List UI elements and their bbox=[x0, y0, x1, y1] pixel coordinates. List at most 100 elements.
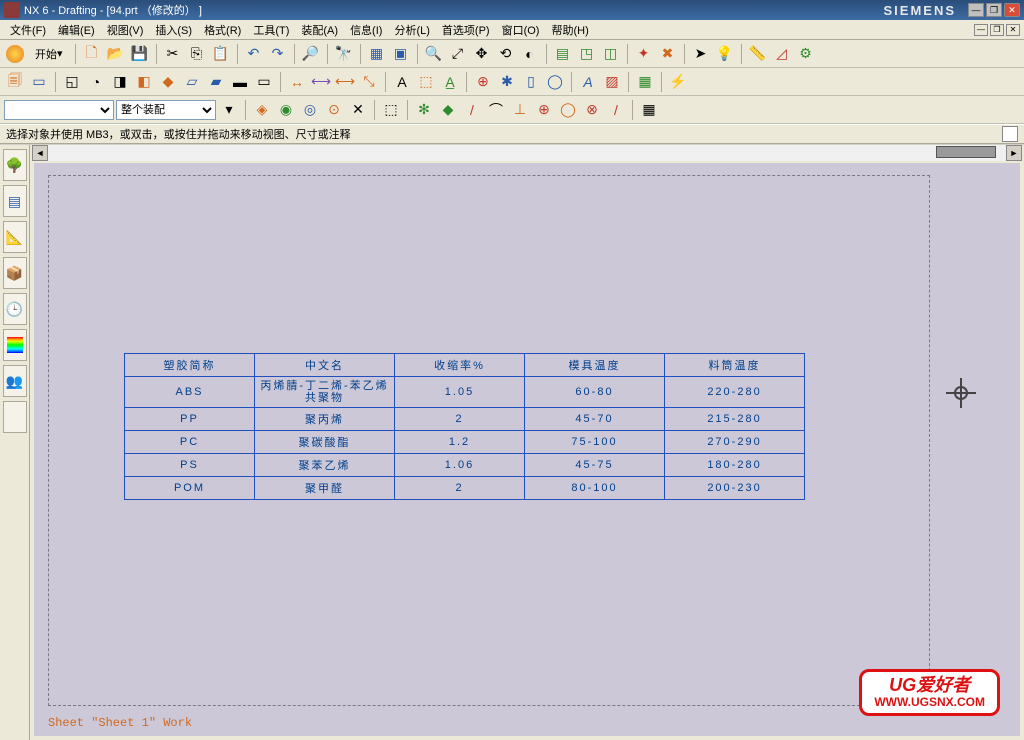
view-alignment-icon[interactable]: ▭ bbox=[253, 71, 275, 93]
move-icon[interactable]: ✦ bbox=[633, 43, 655, 65]
history-icon[interactable]: 🕒 bbox=[3, 293, 27, 325]
snap-mid-icon[interactable]: ◎ bbox=[299, 99, 321, 121]
fit-icon[interactable]: ▣ bbox=[390, 43, 412, 65]
symbol-icon[interactable]: ▯ bbox=[520, 71, 542, 93]
scroll-track[interactable] bbox=[48, 145, 1006, 161]
delete-icon[interactable]: ✖ bbox=[657, 43, 679, 65]
render-style-icon[interactable]: ◐ bbox=[519, 43, 541, 65]
undo-icon[interactable]: ↶ bbox=[243, 43, 265, 65]
menu-window[interactable]: 窗口(O) bbox=[496, 20, 546, 40]
quadrant-icon[interactable]: ◆ bbox=[437, 99, 459, 121]
nx-logo-icon[interactable] bbox=[4, 43, 26, 65]
snap-end-icon[interactable]: ◉ bbox=[275, 99, 297, 121]
part-navigator-icon[interactable]: 🌳 bbox=[3, 149, 27, 181]
menu-analysis[interactable]: 分析(L) bbox=[388, 20, 435, 40]
crosshatch-icon[interactable]: ▨ bbox=[601, 71, 623, 93]
mdi-restore-button[interactable]: ❐ bbox=[990, 24, 1004, 36]
copy-icon[interactable]: ⎘ bbox=[186, 43, 208, 65]
roles-icon[interactable]: 👥 bbox=[3, 365, 27, 397]
break-out-icon[interactable]: ▰ bbox=[205, 71, 227, 93]
view-break-icon[interactable]: ▬ bbox=[229, 71, 251, 93]
feature-control-icon[interactable]: ⬚ bbox=[415, 71, 437, 93]
menu-format[interactable]: 格式(R) bbox=[198, 20, 247, 40]
update-icon[interactable]: ⚡ bbox=[667, 71, 689, 93]
snap-point-icon[interactable]: ◈ bbox=[251, 99, 273, 121]
datum-icon[interactable]: A̲ bbox=[439, 71, 461, 93]
snap-center-icon[interactable]: ⊙ bbox=[323, 99, 345, 121]
note-icon[interactable]: A bbox=[391, 71, 413, 93]
menu-assembly[interactable]: 装配(A) bbox=[295, 20, 344, 40]
projected-view-icon[interactable]: ◱ bbox=[61, 71, 83, 93]
paste-icon[interactable]: 📋 bbox=[210, 43, 232, 65]
pole-icon[interactable]: ◯ bbox=[557, 99, 579, 121]
parallel-dim-icon[interactable]: ⤡ bbox=[358, 71, 380, 93]
scroll-thumb[interactable] bbox=[936, 146, 996, 158]
menu-tools[interactable]: 工具(T) bbox=[247, 20, 295, 40]
redo-icon[interactable]: ↷ bbox=[267, 43, 289, 65]
prompt-toggle-button[interactable] bbox=[1002, 126, 1018, 142]
select-box-icon[interactable]: ⬚ bbox=[380, 99, 402, 121]
reuse-library-icon[interactable]: 📦 bbox=[3, 257, 27, 289]
arc-center-icon[interactable]: ⊕ bbox=[533, 99, 555, 121]
layer-icon[interactable]: ▤ bbox=[552, 43, 574, 65]
zoom-in-out-icon[interactable]: ⤢ bbox=[447, 43, 469, 65]
filter-icon[interactable]: ▾ bbox=[218, 99, 240, 121]
grid-icon[interactable]: ▦ bbox=[638, 99, 660, 121]
palette-icon[interactable] bbox=[3, 329, 27, 361]
revolved-section-icon[interactable]: ◆ bbox=[157, 71, 179, 93]
table-icon[interactable]: ▦ bbox=[634, 71, 656, 93]
empty-tab-icon[interactable] bbox=[3, 401, 27, 433]
tangent-icon[interactable]: ⌒ bbox=[485, 99, 507, 121]
center-mark-icon[interactable]: ✱ bbox=[496, 71, 518, 93]
cut-icon[interactable]: ✂ bbox=[162, 43, 184, 65]
new-icon[interactable]: 🗋 bbox=[81, 43, 103, 65]
half-section-icon[interactable]: ◧ bbox=[133, 71, 155, 93]
detail-view-icon[interactable]: ◔ bbox=[85, 71, 107, 93]
menu-file[interactable]: 文件(F) bbox=[4, 20, 52, 40]
constraint-navigator-icon[interactable]: 📐 bbox=[3, 221, 27, 253]
minimize-button[interactable]: — bbox=[968, 3, 984, 17]
drawing-canvas[interactable]: Sheet "Sheet 1" Work 塑胶简称 中文名 收缩率% 模具温度 … bbox=[34, 163, 1020, 736]
rotate-icon[interactable]: ⟲ bbox=[495, 43, 517, 65]
menu-info[interactable]: 信息(I) bbox=[344, 20, 388, 40]
close-button[interactable]: ✕ bbox=[1004, 3, 1020, 17]
horizontal-dim-icon[interactable]: ⟷ bbox=[310, 71, 332, 93]
centerline-icon[interactable]: ⊕ bbox=[472, 71, 494, 93]
menu-view[interactable]: 视图(V) bbox=[101, 20, 150, 40]
dimension-icon[interactable]: ↔ bbox=[286, 71, 308, 93]
point-on-curve-icon[interactable]: ✻ bbox=[413, 99, 435, 121]
section-view-icon[interactable]: ◨ bbox=[109, 71, 131, 93]
maximize-button[interactable]: ❐ bbox=[986, 3, 1002, 17]
window-layout-icon[interactable]: ▦ bbox=[366, 43, 388, 65]
between-icon[interactable]: / bbox=[605, 99, 627, 121]
vertical-dim-icon[interactable]: ⟷ bbox=[334, 71, 356, 93]
menu-insert[interactable]: 插入(S) bbox=[149, 20, 198, 40]
pointer-icon[interactable]: ➤ bbox=[690, 43, 712, 65]
horizontal-scrollbar[interactable]: ◄ ► bbox=[32, 145, 1022, 161]
existing-point-icon[interactable]: / bbox=[461, 99, 483, 121]
menu-preferences[interactable]: 首选项(P) bbox=[436, 20, 496, 40]
wcs-icon[interactable]: ◳ bbox=[576, 43, 598, 65]
balloon-icon[interactable]: ◯ bbox=[544, 71, 566, 93]
mdi-close-button[interactable]: ✕ bbox=[1006, 24, 1020, 36]
scroll-right-icon[interactable]: ► bbox=[1006, 145, 1022, 161]
binoculars-icon[interactable]: 🔭 bbox=[333, 43, 355, 65]
start-button[interactable]: 开始 ▾ bbox=[28, 43, 70, 65]
selection-filter-select[interactable] bbox=[4, 100, 114, 120]
snap-intersect-icon[interactable]: ✕ bbox=[347, 99, 369, 121]
perpendicular-icon[interactable]: ⊥ bbox=[509, 99, 531, 121]
clip-icon[interactable]: ◫ bbox=[600, 43, 622, 65]
light-icon[interactable]: 💡 bbox=[714, 43, 736, 65]
two-curve-icon[interactable]: ⊗ bbox=[581, 99, 603, 121]
zoom-icon[interactable]: 🔍 bbox=[423, 43, 445, 65]
menu-help[interactable]: 帮助(H) bbox=[545, 20, 594, 40]
save-icon[interactable]: 💾 bbox=[129, 43, 151, 65]
text-style-icon[interactable]: A bbox=[577, 71, 599, 93]
base-view-icon[interactable]: ▭ bbox=[28, 71, 50, 93]
measure-icon[interactable]: 📏 bbox=[747, 43, 769, 65]
assembly-navigator-icon[interactable]: ▤ bbox=[3, 185, 27, 217]
new-sheet-icon[interactable]: 🗐 bbox=[4, 71, 26, 93]
assembly-scope-select[interactable]: 整个装配 bbox=[116, 100, 216, 120]
analysis-icon[interactable]: ◿ bbox=[771, 43, 793, 65]
command-finder-icon[interactable]: 🔎 bbox=[300, 43, 322, 65]
